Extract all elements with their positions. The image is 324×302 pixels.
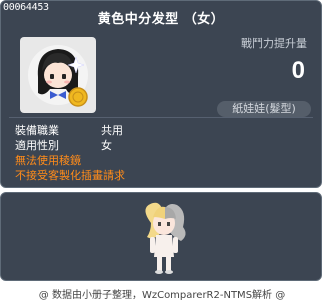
item-icon-box	[20, 37, 96, 113]
divider	[9, 117, 313, 118]
character-preview-icon	[145, 202, 186, 274]
info-label: 適用性別	[15, 139, 59, 152]
footer-credit: @ 数据由小册子整理，WzComparerR2-NTMS解析 @	[38, 290, 286, 301]
warning-prism: 無法使用稜鏡	[15, 154, 81, 167]
info-label: 裝備職業	[15, 124, 59, 137]
info-row-gender: 適用性別 女	[15, 137, 112, 153]
info-row-job: 裝備職業 共用	[15, 122, 123, 138]
stat-label: 戰鬥力提升量	[241, 37, 307, 50]
category-badge: 紙娃娃(髮型)	[217, 101, 311, 117]
info-value: 共用	[101, 124, 123, 137]
info-value: 女	[101, 139, 112, 152]
item-tooltip: 00064453 黄色中分发型 （女） 戰鬥力提升量 0 紙娃娃(髮型) 裝備職…	[0, 0, 322, 188]
item-title: 黄色中分发型 （女）	[97, 12, 225, 27]
hair-avatar-icon	[28, 45, 88, 107]
stat-value: 0	[291, 57, 305, 84]
warning-custom-illustration: 不接受客製化插畫請求	[15, 169, 125, 182]
character-preview-panel	[0, 192, 322, 281]
